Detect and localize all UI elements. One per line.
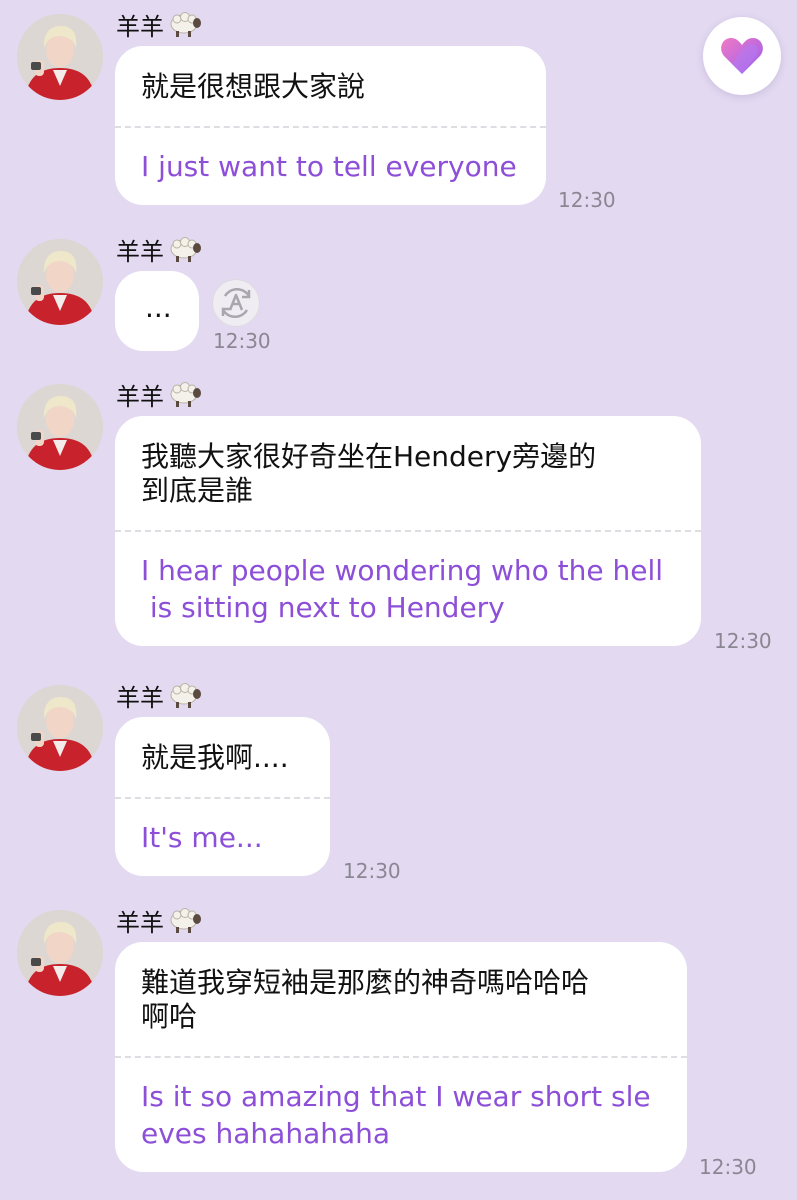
original-text: 就是我啊.... (141, 741, 289, 774)
sheep-icon (170, 12, 201, 37)
sender-name: 羊羊 (116, 4, 202, 44)
translation-text: I hear people wondering who the hell is … (141, 554, 664, 624)
sender-name: 羊羊 (116, 675, 202, 715)
avatar[interactable] (17, 384, 103, 470)
sender-name-text: 羊羊 (116, 12, 164, 41)
sheep-icon (170, 908, 201, 933)
sender-name: 羊羊 (116, 374, 202, 414)
sheep-icon (170, 683, 201, 708)
original-text: ... (145, 291, 172, 324)
message-bubble[interactable]: 就是我啊.... It's me... (115, 717, 330, 876)
translate-button[interactable] (212, 279, 260, 327)
original-text: 我聽大家很好奇坐在Hendery旁邊的 到底是誰 (141, 440, 597, 507)
avatar[interactable] (17, 239, 103, 325)
timestamp: 12:30 (699, 1155, 757, 1179)
message-bubble[interactable]: 就是很想跟大家說 I just want to tell everyone (115, 46, 546, 205)
timestamp: 12:30 (343, 859, 401, 883)
avatar[interactable] (17, 910, 103, 996)
message-bubble[interactable]: 我聽大家很好奇坐在Hendery旁邊的 到底是誰 I hear people w… (115, 416, 701, 646)
heart-icon (721, 38, 763, 74)
sheep-icon (170, 237, 201, 262)
sender-name: 羊羊 (116, 229, 202, 269)
original-text: 就是很想跟大家說 (141, 70, 366, 103)
timestamp: 12:30 (558, 188, 616, 212)
translation-text: It's me... (141, 821, 263, 854)
heart-button[interactable] (703, 17, 781, 95)
message-bubble[interactable]: 難道我穿短袖是那麼的神奇嗎哈哈哈 啊哈 Is it so amazing tha… (115, 942, 687, 1172)
timestamp: 12:30 (714, 629, 772, 653)
timestamp: 12:30 (213, 329, 271, 353)
translate-icon (221, 287, 251, 319)
avatar[interactable] (17, 14, 103, 100)
sender-name-text: 羊羊 (116, 908, 164, 937)
sender-name-text: 羊羊 (116, 382, 164, 411)
sheep-icon (170, 382, 201, 407)
translation-text: Is it so amazing that I wear short sle e… (141, 1080, 651, 1150)
sender-name: 羊羊 (116, 900, 202, 940)
sender-name-text: 羊羊 (116, 237, 164, 266)
original-text: 難道我穿短袖是那麼的神奇嗎哈哈哈 啊哈 (141, 966, 590, 1033)
translation-text: I just want to tell everyone (141, 150, 517, 183)
message-bubble[interactable]: ... (115, 271, 199, 351)
avatar[interactable] (17, 685, 103, 771)
sender-name-text: 羊羊 (116, 683, 164, 712)
